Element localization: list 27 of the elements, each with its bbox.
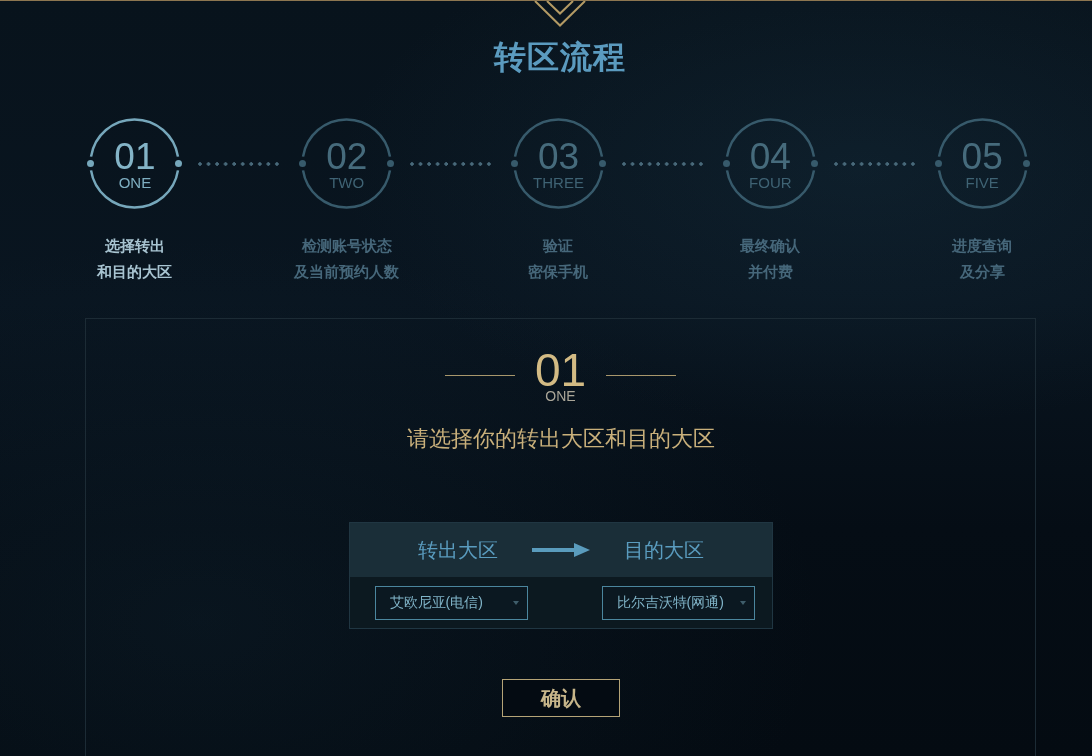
step-label: 检测账号状态 及当前预约人数 bbox=[294, 236, 400, 282]
target-region-dropdown[interactable]: 比尔吉沃特(网通) bbox=[601, 585, 755, 620]
step-label: 进度查询 及分享 bbox=[952, 236, 1013, 282]
chevron-icon bbox=[534, 1, 586, 27]
step-number: 02 bbox=[326, 138, 368, 175]
caret-down-icon bbox=[739, 600, 746, 605]
instruction-text: 请选择你的转出大区和目的大区 bbox=[406, 425, 715, 453]
step-number: 01 bbox=[114, 138, 156, 175]
step-word: TWO bbox=[329, 174, 365, 191]
step-number: 05 bbox=[961, 138, 1003, 175]
target-region-label: 目的大区 bbox=[623, 538, 704, 563]
panel-step-word: ONE bbox=[545, 388, 576, 404]
step-label: 最终确认 并付费 bbox=[740, 236, 801, 282]
step-number: 04 bbox=[749, 138, 791, 175]
step-label: 选择转出 和目的大区 bbox=[97, 236, 173, 282]
step-word: THREE bbox=[533, 174, 584, 191]
source-region-label: 转出大区 bbox=[417, 538, 498, 563]
step-word: FIVE bbox=[965, 174, 999, 191]
source-region-dropdown[interactable]: 艾欧尼亚(电信) bbox=[374, 585, 528, 620]
step-number: 03 bbox=[537, 138, 580, 175]
caret-down-icon bbox=[512, 600, 519, 605]
confirm-button[interactable]: 确认 bbox=[501, 679, 620, 717]
arrow-right-icon bbox=[531, 543, 590, 557]
step-word: FOUR bbox=[749, 174, 792, 191]
page-title: 转区流程 bbox=[494, 38, 626, 77]
step-label: 验证 密保手机 bbox=[528, 236, 589, 282]
step-word: ONE bbox=[118, 174, 152, 191]
